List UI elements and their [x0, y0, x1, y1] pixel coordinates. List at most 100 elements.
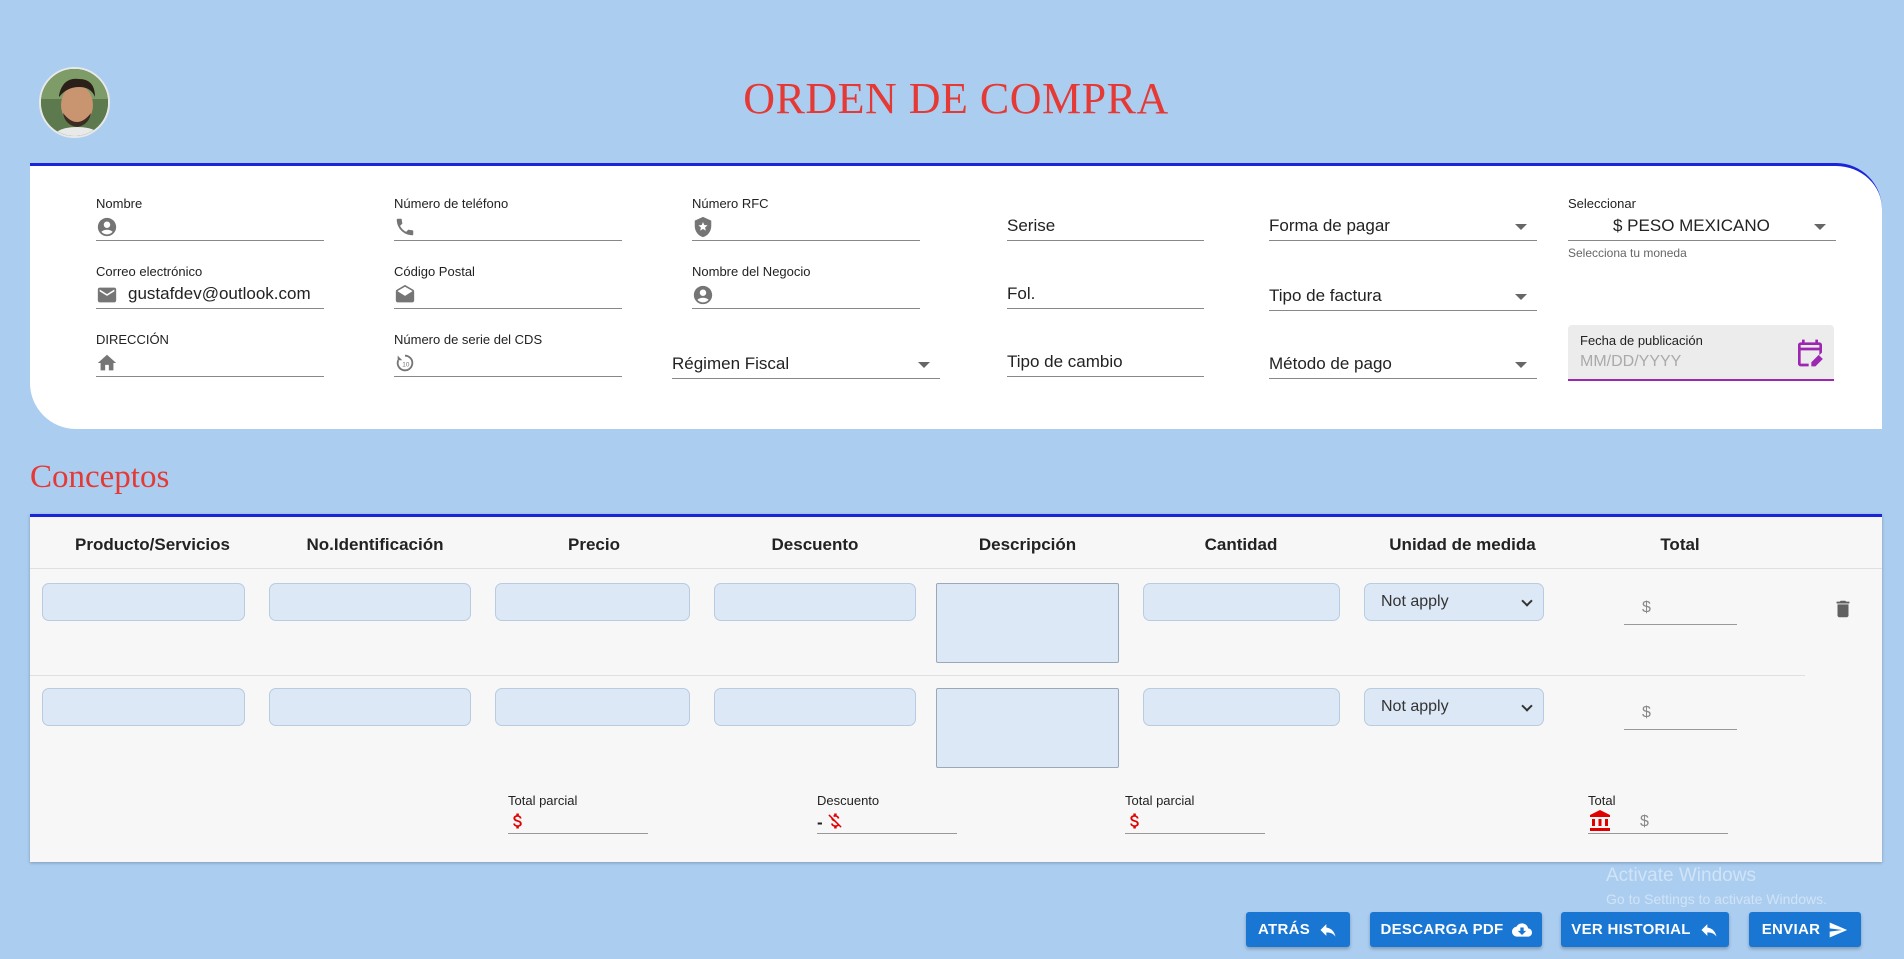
- email-icon: [97, 287, 117, 303]
- fol-placeholder: Fol.: [1007, 284, 1036, 303]
- reply-icon: [1320, 923, 1336, 937]
- rfc-field[interactable]: Número RFC: [692, 196, 920, 241]
- row-total-value: $: [1642, 704, 1651, 721]
- tipo-cambio-field[interactable]: Tipo de cambio: [1007, 352, 1204, 377]
- download-pdf-label: DESCARGA PDF: [1380, 921, 1504, 938]
- view-history-button[interactable]: VER HISTORIAL: [1561, 912, 1729, 947]
- serise-placeholder: Serise: [1007, 216, 1056, 235]
- descripcion-textarea[interactable]: [936, 688, 1119, 768]
- nombre-label: Nombre: [96, 196, 143, 211]
- subtotal-2-field[interactable]: Total parcial: [1125, 793, 1265, 837]
- subtotal-1-field[interactable]: Total parcial: [508, 793, 648, 837]
- bank-icon: [1590, 810, 1610, 831]
- metodo-pago-placeholder: Método de pago: [1269, 354, 1392, 373]
- grand-total-field[interactable]: Total $: [1588, 793, 1728, 837]
- send-icon: [1829, 922, 1848, 937]
- tipo-factura-placeholder: Tipo de factura: [1269, 286, 1382, 305]
- row-total-field[interactable]: $: [1624, 595, 1737, 625]
- cloud-download-icon: [1511, 922, 1532, 937]
- col-producto: Producto/Servicios: [75, 535, 230, 554]
- descuento-input[interactable]: [714, 583, 916, 621]
- metodo-pago-select[interactable]: Método de pago: [1269, 354, 1537, 379]
- account-circle-icon: [97, 217, 117, 237]
- send-button-label: ENVIAR: [1761, 921, 1821, 938]
- correo-label: Correo electrónico: [96, 264, 203, 279]
- telefono-field[interactable]: Número de teléfono: [394, 196, 622, 241]
- moneda-helper: Selecciona tu moneda: [1568, 246, 1687, 260]
- conceptos-table: Producto/Servicios No.Identificación Pre…: [30, 514, 1882, 862]
- descripcion-textarea[interactable]: [936, 583, 1119, 663]
- descuento-input[interactable]: [714, 688, 916, 726]
- fecha-label: Fecha de publicación: [1580, 333, 1703, 348]
- tipo-factura-select[interactable]: Tipo de factura: [1269, 286, 1537, 311]
- regimen-select[interactable]: Régimen Fiscal: [672, 354, 940, 379]
- unidad-value: Not apply: [1381, 593, 1449, 610]
- view-history-label: VER HISTORIAL: [1571, 921, 1691, 938]
- delete-icon[interactable]: [1832, 596, 1854, 622]
- reply-icon: [1701, 923, 1717, 937]
- identificacion-input[interactable]: [269, 688, 471, 726]
- dropdown-arrow-icon: [918, 362, 930, 368]
- watermark-line-2: Go to Settings to activate Windows.: [1606, 891, 1827, 907]
- dollar-icon: [1130, 813, 1139, 829]
- forma-pagar-select[interactable]: Forma de pagar: [1269, 216, 1537, 241]
- col-cantidad: Cantidad: [1204, 535, 1278, 554]
- negocio-field[interactable]: Nombre del Negocio: [692, 264, 920, 309]
- serie-cds-field[interactable]: Número de serie del CDS 10: [394, 332, 622, 377]
- descuento-total-field[interactable]: Descuento -: [817, 793, 957, 837]
- precio-input[interactable]: [495, 688, 690, 726]
- moneda-select[interactable]: Seleccionar $ PESO MEXICANO Selecciona t…: [1568, 196, 1836, 266]
- cantidad-input[interactable]: [1143, 583, 1340, 621]
- download-pdf-button[interactable]: DESCARGA PDF: [1370, 912, 1542, 947]
- chevron-down-icon: [1521, 595, 1533, 607]
- codigo-postal-field[interactable]: Código Postal: [394, 264, 622, 309]
- regimen-placeholder: Régimen Fiscal: [672, 354, 790, 373]
- cantidad-input[interactable]: [1143, 688, 1340, 726]
- subtotal-2-label: Total parcial: [1125, 793, 1195, 808]
- col-identificacion: No.Identificación: [306, 535, 444, 554]
- row-total-field[interactable]: $: [1624, 700, 1737, 730]
- fecha-publicacion-field[interactable]: Fecha de publicación MM/DD/YYYY: [1568, 325, 1834, 381]
- grand-total-label: Total: [1588, 793, 1616, 808]
- rfc-label: Número RFC: [692, 196, 769, 211]
- dropdown-arrow-icon: [1515, 224, 1527, 230]
- col-unidad: Unidad de medida: [1389, 535, 1536, 554]
- back-button[interactable]: ATRÁS: [1246, 912, 1350, 947]
- watermark-line-1: Activate Windows: [1606, 865, 1756, 886]
- moneda-label: Seleccionar: [1568, 196, 1636, 211]
- col-total: Total: [1660, 535, 1700, 554]
- account-circle-icon: [693, 285, 713, 305]
- descuento-label: Descuento: [817, 793, 880, 808]
- col-precio: Precio: [568, 535, 620, 554]
- precio-input[interactable]: [495, 583, 690, 621]
- telefono-label: Número de teléfono: [394, 196, 509, 211]
- grand-total-value: $: [1640, 813, 1649, 830]
- tipo-cambio-placeholder: Tipo de cambio: [1007, 352, 1123, 371]
- money-off-icon: [828, 813, 842, 829]
- direccion-field[interactable]: DIRECCIÓN: [96, 332, 324, 377]
- unidad-select[interactable]: Not apply: [1364, 688, 1544, 726]
- dropdown-arrow-icon: [1814, 224, 1826, 230]
- correo-field[interactable]: Correo electrónico gustafdev@outlook.com: [96, 264, 324, 309]
- drafts-mail-icon: [395, 284, 415, 303]
- send-button[interactable]: ENVIAR: [1749, 912, 1861, 947]
- back-button-label: ATRÁS: [1257, 921, 1311, 938]
- nombre-field[interactable]: Nombre: [96, 196, 324, 241]
- home-icon: [97, 354, 117, 371]
- dropdown-arrow-icon: [1515, 294, 1527, 300]
- windows-activation-watermark: Activate Windows Go to Settings to activ…: [1606, 865, 1827, 907]
- fecha-placeholder: MM/DD/YYYY: [1580, 353, 1682, 370]
- serise-field[interactable]: Serise: [1007, 216, 1204, 241]
- fol-field[interactable]: Fol.: [1007, 284, 1204, 309]
- producto-input[interactable]: [42, 583, 245, 621]
- descuento-prefix: -: [817, 813, 823, 832]
- col-descuento: Descuento: [771, 535, 859, 554]
- unidad-value: Not apply: [1381, 698, 1449, 715]
- producto-input[interactable]: [42, 688, 245, 726]
- identificacion-input[interactable]: [269, 583, 471, 621]
- unidad-select[interactable]: Not apply: [1364, 583, 1544, 621]
- calendar-edit-icon[interactable]: [1794, 337, 1826, 369]
- correo-input[interactable]: gustafdev@outlook.com: [128, 284, 311, 304]
- moneda-value: $ PESO MEXICANO: [1613, 216, 1770, 235]
- direccion-label: DIRECCIÓN: [96, 332, 169, 347]
